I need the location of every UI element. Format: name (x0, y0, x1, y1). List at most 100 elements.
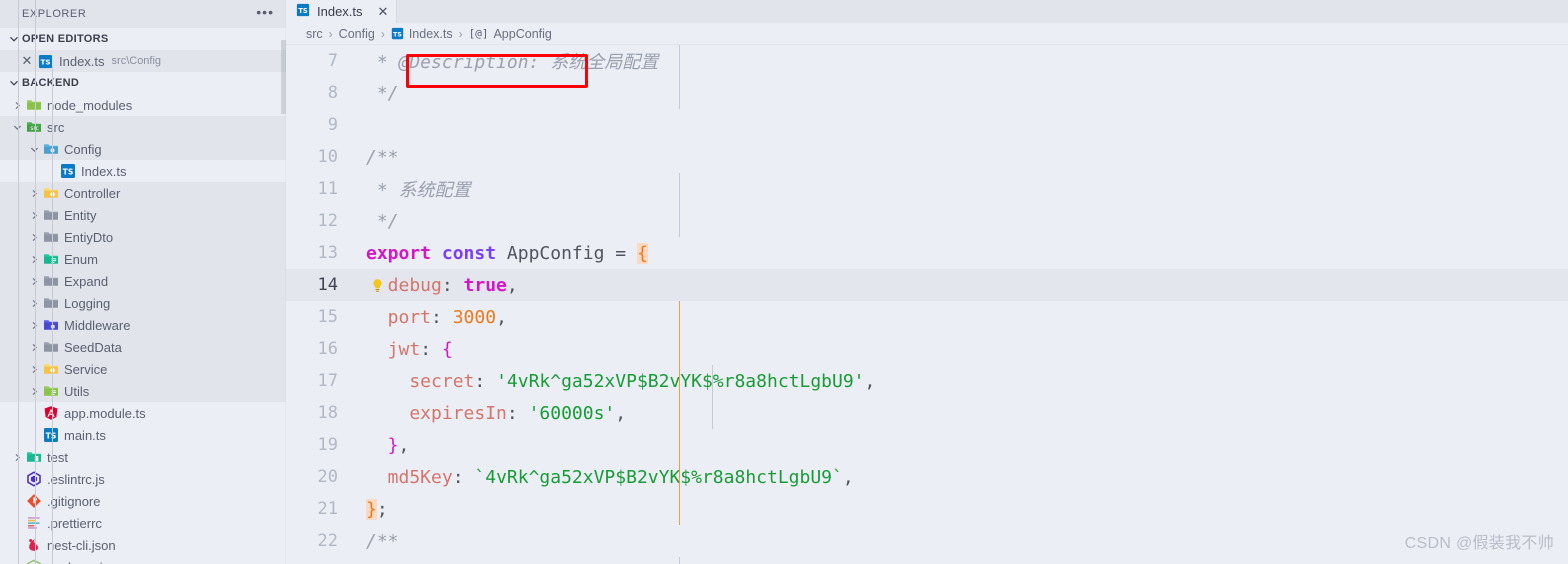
code-text: /** (352, 531, 399, 552)
breadcrumb-label: AppConfig (493, 26, 552, 41)
tree-item-label: test (47, 449, 68, 465)
tab-bar-empty-space (397, 0, 1568, 23)
folder-generic-icon (41, 207, 60, 223)
folder-utils-icon (41, 383, 60, 399)
tree-item-app-module-ts[interactable]: app.module.ts (0, 402, 286, 424)
chevron-down-icon[interactable] (27, 144, 41, 155)
close-icon[interactable]: ✕ (378, 5, 389, 18)
chevron-right-icon[interactable] (10, 100, 24, 111)
code-token: expiresIn (366, 402, 507, 424)
code-token: } (366, 498, 377, 520)
code-line[interactable]: 9 (286, 109, 1568, 141)
file-tree: node_modulessrcsrc Config TS Index.ts Contro… (0, 0, 286, 564)
code-text: jwt: { (352, 339, 453, 360)
section-backend[interactable]: BACKEND (0, 72, 286, 94)
tree-item-label: main.ts (64, 427, 106, 443)
code-token: 3000 (452, 306, 497, 328)
tree-item--prettierrc[interactable]: .prettierrc (0, 512, 286, 534)
code-line[interactable]: 17 secret: '4vRk^ga52xVP$B2vYK$%r8a8hctL… (286, 365, 1568, 397)
line-number: 13 (317, 243, 338, 263)
breadcrumb-item-index-ts[interactable]: TS Index.ts (391, 27, 453, 41)
code-line[interactable]: 16 jwt: { (286, 333, 1568, 365)
code-token: */ (366, 82, 399, 104)
code-token: , (615, 402, 627, 424)
code-line[interactable]: 7 * @Description: 系统全局配置 (286, 45, 1568, 77)
tree-item-entity[interactable]: Entity (0, 204, 286, 226)
chevron-right-icon[interactable] (27, 364, 41, 375)
tree-item-controller[interactable]: Controller (0, 182, 286, 204)
chevron-right-icon[interactable] (27, 298, 41, 309)
code-token: : (506, 402, 529, 424)
section-open-editors[interactable]: OPEN EDITORS (0, 28, 286, 50)
code-line[interactable]: 13 export const AppConfig = { (286, 237, 1568, 269)
tree-item-expand[interactable]: Expand (0, 270, 286, 292)
chevron-right-icon[interactable] (27, 254, 41, 265)
breadcrumb-item-appconfig[interactable]: [@] AppConfig (469, 27, 552, 41)
chevron-right-icon[interactable] (27, 188, 41, 199)
tree-item-node-modules[interactable]: node_modules (0, 94, 286, 116)
tab-index-ts[interactable]: TS Index.ts ✕ (286, 0, 398, 23)
code-line[interactable]: 14 debug: true, (286, 269, 1568, 301)
tree-item-entiydto[interactable]: EntiyDto (0, 226, 286, 248)
tree-item-nest-cli-json[interactable]: nest-cli.json (0, 534, 286, 556)
chevron-down-icon[interactable] (10, 122, 24, 133)
tree-item-index-ts[interactable]: TS Index.ts (0, 160, 286, 182)
chevron-right-icon[interactable] (27, 232, 41, 243)
code-token: { (636, 242, 648, 264)
code-text: * 系统配置 (352, 176, 471, 202)
tree-item--gitignore[interactable]: .gitignore (0, 490, 286, 512)
code-token: jwt (366, 338, 421, 360)
breadcrumb-item-src[interactable]: src (306, 27, 323, 41)
line-number: 10 (317, 147, 338, 167)
tree-item-package-json[interactable]: js package.json (0, 556, 286, 564)
code-line[interactable]: 18 expiresIn: '60000s', (286, 397, 1568, 429)
code-line[interactable]: 10 /** (286, 141, 1568, 173)
code-line[interactable]: 15 port: 3000, (286, 301, 1568, 333)
code-line[interactable]: 23 * 数据库配置 (286, 557, 1568, 564)
code-token: debug (366, 274, 442, 296)
code-text: export const AppConfig = { (352, 242, 648, 264)
tree-item-enum[interactable]: Enum (0, 248, 286, 270)
tree-item-utils[interactable]: Utils (0, 380, 286, 402)
chevron-right-icon[interactable] (27, 210, 41, 221)
tree-item-middleware[interactable]: Middleware (0, 314, 286, 336)
tree-item-main-ts[interactable]: TS main.ts (0, 424, 286, 446)
watermark: CSDN @假装我不帅 (1404, 535, 1554, 552)
chevron-right-icon[interactable] (27, 386, 41, 397)
code-line[interactable]: 22 /** (286, 525, 1568, 557)
line-number: 14 (317, 275, 338, 295)
tree-item-test[interactable]: test (0, 446, 286, 468)
tree-item-config[interactable]: Config (0, 138, 286, 160)
code-viewport[interactable]: 7 * @Description: 系统全局配置 8 */9 10/** 11 * 系… (286, 45, 1568, 564)
more-actions-icon[interactable]: ••• (256, 5, 274, 22)
tab-label: Index.ts (317, 4, 363, 19)
code-token: * @Description: 系统全局配置 (366, 52, 659, 73)
code-token: : (420, 338, 442, 360)
open-editor-item[interactable]: ✕ TS Index.ts src\Config (0, 50, 286, 72)
code-line[interactable]: 21}; (286, 493, 1568, 525)
tree-item--eslintrc-js[interactable]: .eslintrc.js (0, 468, 286, 490)
close-icon[interactable]: ✕ (18, 53, 36, 69)
tree-item-logging[interactable]: Logging (0, 292, 286, 314)
chevron-right-icon[interactable] (27, 342, 41, 353)
tree-item-label: .prettierrc (47, 515, 102, 531)
tree-item-label: SeedData (64, 339, 122, 355)
code-line[interactable]: 8 */ (286, 77, 1568, 109)
code-line[interactable]: 11 * 系统配置 (286, 173, 1568, 205)
open-editor-name: Index.ts (59, 53, 105, 69)
breadcrumb-item-config[interactable]: Config (339, 27, 375, 41)
chevron-right-icon[interactable] (27, 276, 41, 287)
chevron-right-icon[interactable] (27, 320, 41, 331)
tree-item-service[interactable]: Service (0, 358, 286, 380)
code-token: export (366, 242, 432, 264)
code-token: `4vRk^ga52xVP$B2vYK$%r8a8hctLgbU9` (474, 466, 843, 488)
chevron-right-icon[interactable] (10, 452, 24, 463)
code-line[interactable]: 19 }, (286, 429, 1568, 461)
tree-item-src[interactable]: srcsrc (0, 116, 286, 138)
code-token: /** (366, 530, 399, 552)
chevron-right-icon: › (458, 26, 463, 41)
code-line[interactable]: 20 md5Key: `4vRk^ga52xVP$B2vYK$%r8a8hctL… (286, 461, 1568, 493)
code-line[interactable]: 12 */ (286, 205, 1568, 237)
tree-item-label: .eslintrc.js (47, 471, 105, 487)
tree-item-seeddata[interactable]: SeedData (0, 336, 286, 358)
